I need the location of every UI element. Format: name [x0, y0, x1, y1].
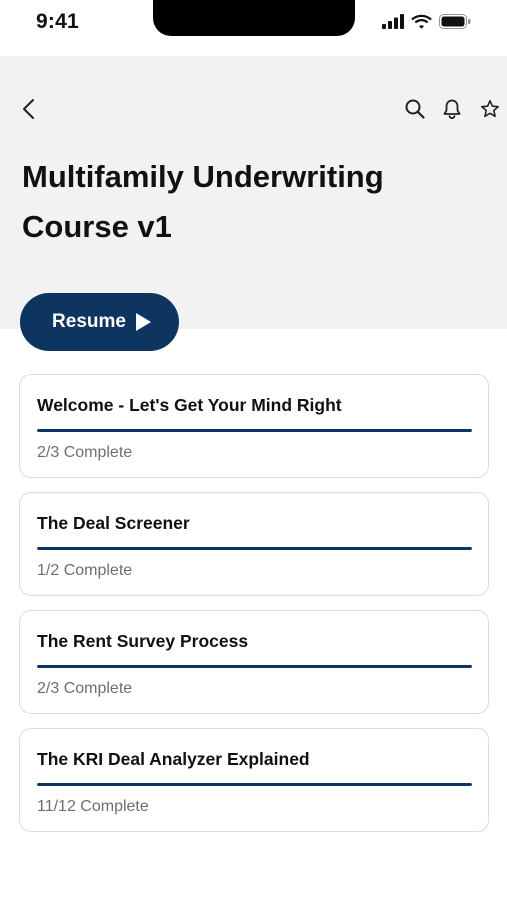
notifications-button[interactable]	[438, 97, 466, 125]
module-progress-bar	[37, 429, 472, 432]
favorite-button[interactable]	[476, 97, 504, 125]
module-progress-fill	[37, 665, 472, 668]
module-progress-bar	[37, 547, 472, 550]
module-card[interactable]: The KRI Deal Analyzer Explained 11/12 Co…	[19, 728, 489, 832]
page-title: Multifamily Underwriting Course v1	[22, 159, 384, 244]
battery-icon	[439, 14, 471, 34]
module-progress-fill	[37, 547, 472, 550]
module-progress-fill	[37, 429, 472, 432]
module-status: 2/3 Complete	[37, 444, 133, 461]
module-progress-bar	[37, 783, 472, 786]
module-title: The KRI Deal Analyzer Explained	[37, 749, 310, 769]
module-status: 11/12 Complete	[37, 798, 149, 815]
module-title: The Rent Survey Process	[37, 631, 249, 651]
module-card[interactable]: Welcome - Let's Get Your Mind Right 2/3 …	[19, 374, 489, 478]
device-notch	[153, 0, 355, 36]
play-icon	[135, 313, 151, 331]
search-icon	[404, 98, 426, 125]
star-icon	[480, 99, 500, 124]
module-status: 2/3 Complete	[37, 680, 133, 697]
module-title: The Deal Screener	[37, 513, 190, 533]
module-progress-bar	[37, 665, 472, 668]
chevron-left-icon	[20, 98, 40, 125]
bell-icon	[441, 98, 463, 125]
status-bar: 9:41	[0, 0, 507, 56]
module-title: Welcome - Let's Get Your Mind Right	[37, 395, 342, 415]
status-icons	[382, 14, 471, 34]
resume-button[interactable]: Resume	[20, 293, 179, 351]
module-card[interactable]: The Deal Screener 1/2 Complete	[19, 492, 489, 596]
module-progress-fill	[37, 783, 472, 786]
module-list: Welcome - Let's Get Your Mind Right 2/3 …	[19, 374, 489, 846]
wifi-icon	[411, 14, 432, 34]
module-status: 1/2 Complete	[37, 562, 133, 579]
status-time: 9:41	[36, 10, 79, 33]
back-button[interactable]	[16, 97, 44, 125]
resume-button-label: Resume	[52, 311, 126, 332]
cellular-signal-icon	[382, 14, 404, 34]
module-card[interactable]: The Rent Survey Process 2/3 Complete	[19, 610, 489, 714]
search-button[interactable]	[401, 97, 429, 125]
